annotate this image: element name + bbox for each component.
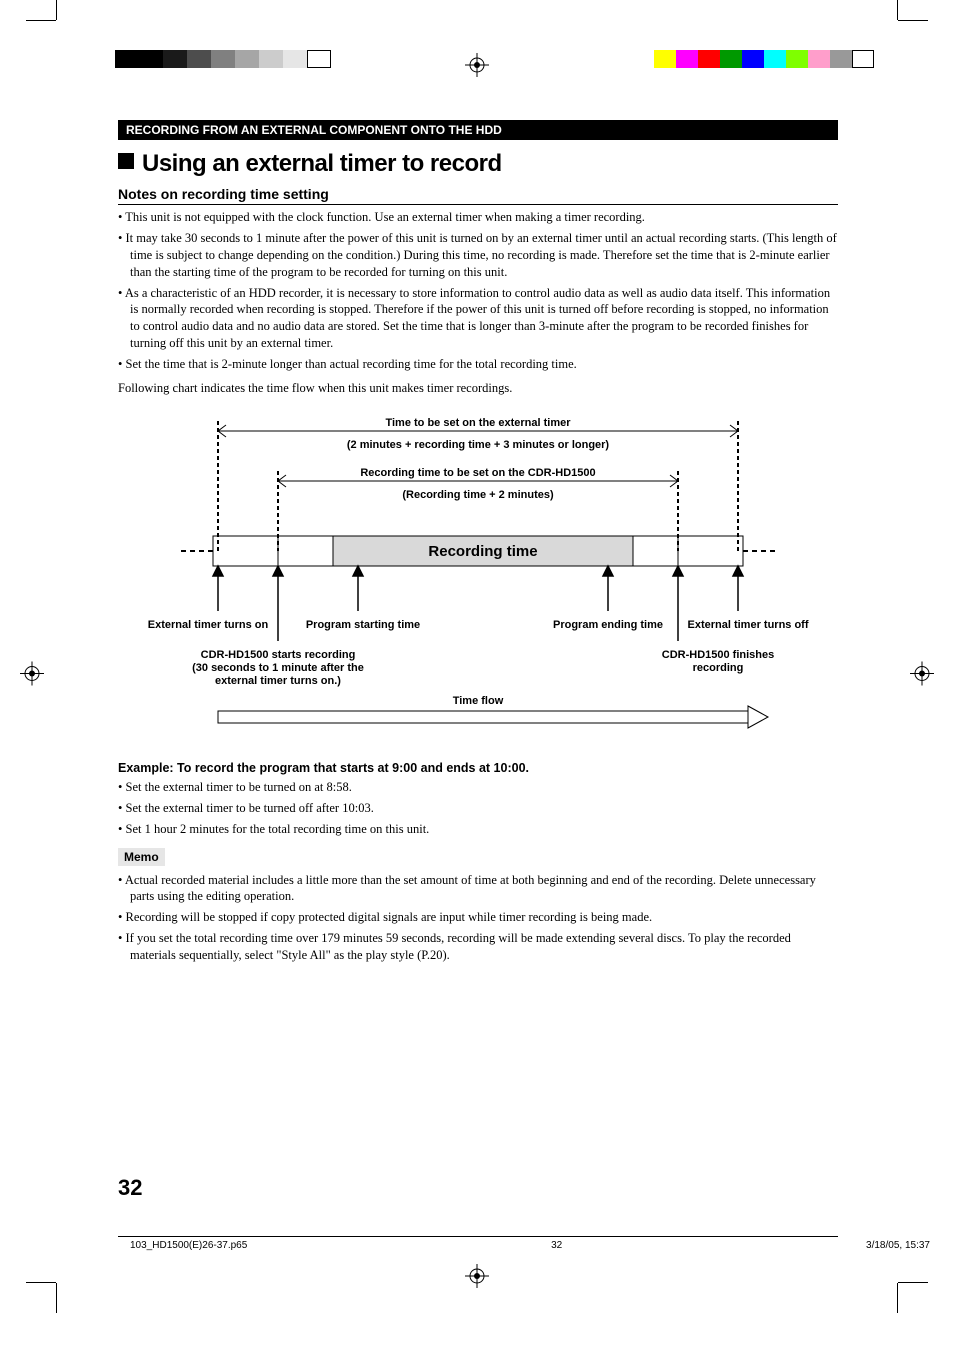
footer-date: 3/18/05, 15:37	[866, 1240, 930, 1251]
footer-rule	[118, 1236, 838, 1237]
diagram-pointer-ext-off: External timer turns off	[687, 619, 808, 631]
diagram-pointer-prog-start: Program starting time	[306, 619, 420, 631]
page-number: 32	[118, 1175, 142, 1201]
list-item: If you set the total recording time over…	[118, 930, 838, 964]
subsection-heading: Notes on recording time setting	[118, 186, 838, 205]
list-item: As a characteristic of an HDD recorder, …	[118, 285, 838, 353]
example-steps-list: Set the external timer to be turned on a…	[118, 779, 838, 838]
diagram-top-formula: (2 minutes + recording time + 3 minutes …	[347, 439, 610, 451]
list-item: Set the time that is 2-minute longer tha…	[118, 356, 838, 373]
list-item: It may take 30 seconds to 1 minute after…	[118, 230, 838, 281]
svg-text:CDR-HD1500 starts recording: CDR-HD1500 starts recording	[201, 649, 356, 661]
color-calibration-strip	[654, 50, 874, 68]
memo-list: Actual recorded material includes a litt…	[118, 872, 838, 964]
footer-file: 103_HD1500(E)26-37.p65	[130, 1240, 247, 1251]
list-item: Recording will be stopped if copy protec…	[118, 909, 838, 926]
example-heading: Example: To record the program that star…	[118, 761, 838, 775]
registration-mark-top	[465, 53, 489, 77]
timing-diagram: Time to be set on the external timer (2 …	[118, 406, 838, 741]
footer: 103_HD1500(E)26-37.p65 32 3/18/05, 15:37	[80, 1240, 954, 1251]
diagram-mid-label: Recording time to be set on the CDR-HD15…	[360, 467, 595, 479]
page-content: RECORDING FROM AN EXTERNAL COMPONENT ONT…	[118, 120, 838, 968]
svg-text:external timer turns on.): external timer turns on.)	[215, 675, 341, 687]
chart-intro-text: Following chart indicates the time flow …	[118, 381, 838, 396]
diagram-time-flow-label: Time flow	[453, 695, 504, 707]
registration-mark-right	[910, 661, 934, 690]
diagram-pointer-ext-on: External timer turns on	[148, 619, 269, 631]
section-header-bar: RECORDING FROM AN EXTERNAL COMPONENT ONT…	[118, 120, 838, 140]
heading-bullet-icon	[118, 153, 134, 169]
grayscale-calibration-strip	[115, 50, 331, 68]
registration-mark-bottom	[465, 1264, 489, 1293]
footer-page: 32	[551, 1240, 562, 1251]
notes-list: This unit is not equipped with the clock…	[118, 209, 838, 373]
svg-text:CDR-HD1500 finishes: CDR-HD1500 finishes	[662, 649, 774, 661]
registration-mark-left	[20, 661, 44, 690]
list-item: Set 1 hour 2 minutes for the total recor…	[118, 821, 838, 838]
list-item: Set the external timer to be turned on a…	[118, 779, 838, 796]
diagram-center-box: Recording time	[428, 543, 537, 560]
list-item: This unit is not equipped with the clock…	[118, 209, 838, 226]
diagram-mid-formula: (Recording time + 2 minutes)	[402, 489, 554, 501]
svg-text:recording: recording	[693, 662, 744, 674]
diagram-pointer-prog-end: Program ending time	[553, 619, 663, 631]
page-title: Using an external timer to record	[118, 150, 838, 178]
memo-label: Memo	[118, 848, 165, 866]
page-title-text: Using an external timer to record	[142, 150, 502, 177]
list-item: Actual recorded material includes a litt…	[118, 872, 838, 906]
diagram-top-label: Time to be set on the external timer	[385, 417, 571, 429]
svg-text:(30 seconds to 1 minute after: (30 seconds to 1 minute after the	[192, 662, 364, 674]
list-item: Set the external timer to be turned off …	[118, 800, 838, 817]
